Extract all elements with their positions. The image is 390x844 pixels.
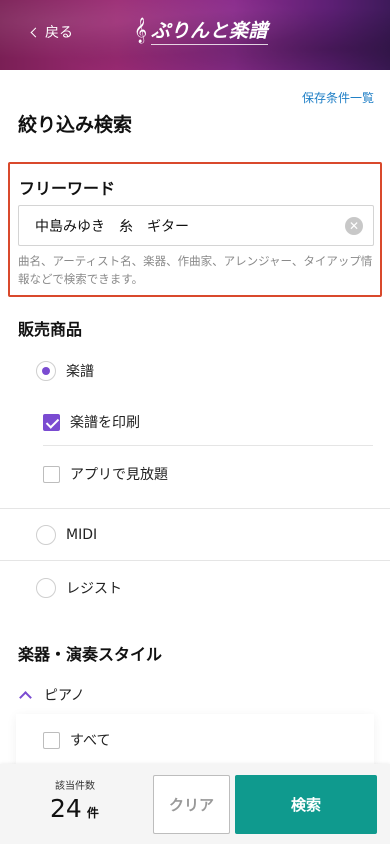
option-label: アプリで見放題 — [70, 467, 168, 483]
radio-option-midi[interactable]: MIDI — [36, 525, 97, 545]
checkbox-option-app[interactable]: アプリで見放題 — [43, 464, 168, 484]
divider — [0, 508, 390, 509]
treble-clef-icon: 𝄞 — [134, 17, 148, 43]
option-label: 楽譜を印刷 — [70, 415, 140, 431]
page-title: 絞り込み検索 — [18, 114, 133, 136]
chevron-left-icon — [30, 27, 41, 38]
checkbox-option-all[interactable]: すべて — [43, 730, 110, 750]
instrument-group-piano[interactable]: ピアノ — [18, 685, 85, 705]
instrument-section-title: 楽器・演奏スタイル — [18, 645, 163, 664]
back-button[interactable]: 戻る — [30, 22, 73, 42]
checkbox-icon — [43, 731, 60, 749]
bottom-action-bar: 該当件数 24 件 クリア 検索 — [0, 764, 390, 844]
freeword-input[interactable]: 中島みゆき 糸 ギター ✕ — [18, 205, 374, 246]
search-button[interactable]: 検索 — [235, 775, 377, 834]
checkbox-option-print[interactable]: 楽譜を印刷 — [43, 412, 140, 432]
app-header: 戻る 𝄞 ぷりんと楽譜 — [0, 0, 390, 70]
freeword-help-text: 曲名、アーティスト名、楽器、作曲家、アレンジャー、タイアップ情報などで検索できま… — [18, 254, 373, 286]
checkbox-icon — [43, 465, 60, 483]
back-label: 戻る — [45, 25, 73, 41]
result-count-unit: 件 — [86, 806, 99, 820]
logo-text: ぷりんと楽譜 — [151, 16, 269, 45]
chevron-up-icon — [19, 691, 32, 704]
radio-selected-icon — [36, 361, 56, 381]
option-label: MIDI — [66, 527, 98, 543]
divider — [43, 445, 373, 446]
option-label: 楽譜 — [66, 364, 94, 380]
result-count-number: 24 — [50, 794, 82, 823]
sales-section-title: 販売商品 — [18, 320, 83, 339]
checkbox-checked-icon — [43, 413, 60, 431]
radio-icon — [36, 525, 56, 545]
freeword-input-value: 中島みゆき 糸 ギター — [35, 218, 189, 235]
clear-input-icon[interactable]: ✕ — [345, 217, 363, 235]
divider — [0, 560, 390, 561]
freeword-section: フリーワード 中島みゆき 糸 ギター ✕ 曲名、アーティスト名、楽器、作曲家、ア… — [8, 162, 382, 297]
instrument-group-label: ピアノ — [44, 688, 85, 704]
option-label: すべて — [70, 733, 111, 749]
saved-conditions-link[interactable]: 保存条件一覧 — [302, 89, 374, 106]
radio-option-score[interactable]: 楽譜 — [36, 361, 94, 381]
radio-icon — [36, 578, 56, 598]
app-logo[interactable]: 𝄞 ぷりんと楽譜 — [134, 16, 269, 45]
result-count: 24 件 — [50, 794, 99, 823]
freeword-title: フリーワード — [19, 179, 116, 198]
option-label: レジスト — [66, 581, 122, 597]
result-count-label: 該当件数 — [55, 781, 95, 792]
clear-button[interactable]: クリア — [153, 775, 230, 834]
radio-option-register[interactable]: レジスト — [36, 578, 122, 598]
